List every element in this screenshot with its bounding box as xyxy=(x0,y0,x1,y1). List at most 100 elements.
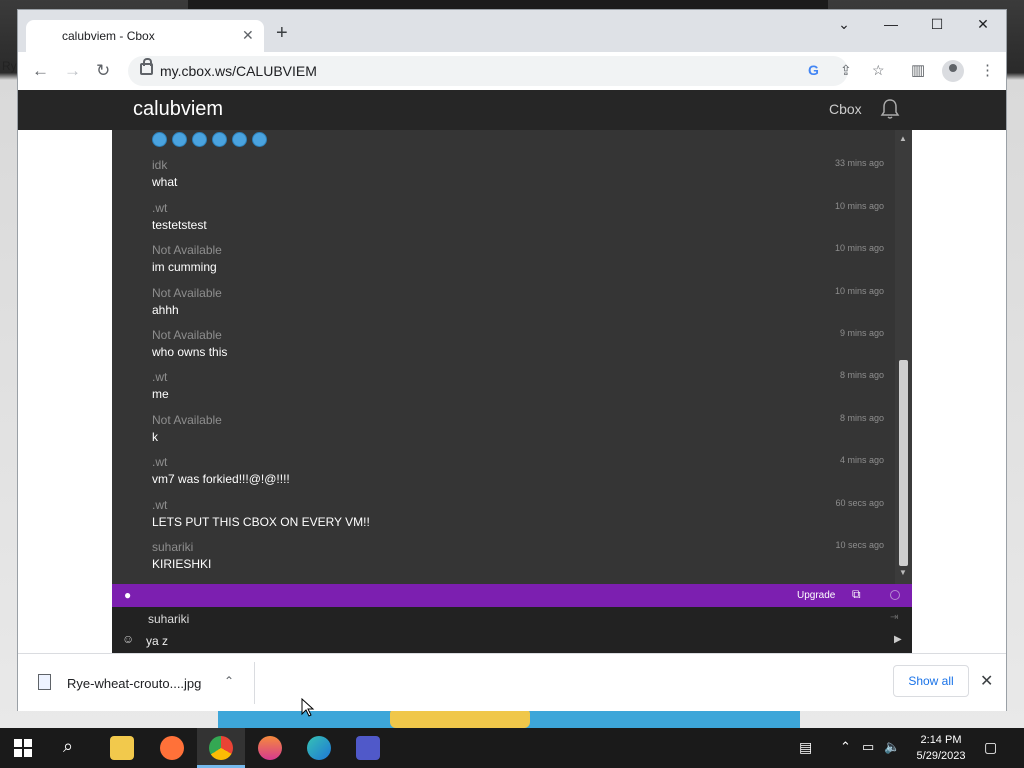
clock-time: 2:14 PM xyxy=(920,734,962,746)
minimize-icon[interactable]: — xyxy=(876,16,906,32)
message-item: .wt 10 mins ago testetstest xyxy=(152,201,892,232)
message-item: .wt 60 secs ago LETS PUT THIS CBOX ON EV… xyxy=(152,498,892,529)
message-author[interactable]: Not Available xyxy=(152,413,892,427)
chevron-up-icon[interactable]: ⌃ xyxy=(224,674,234,688)
desktop-icon-label[interactable]: Ry xyxy=(2,59,17,73)
divider xyxy=(254,662,255,704)
message-time: 10 mins ago xyxy=(834,201,884,211)
message-item: suhariki 10 secs ago KIRIESHKI xyxy=(152,540,892,571)
notifications-icon[interactable]: ▢ xyxy=(984,739,997,756)
smiley-icon[interactable]: ☺ xyxy=(122,632,134,646)
url-text[interactable]: my.cbox.ws/CALUBVIEM xyxy=(160,63,317,79)
tab-search-icon[interactable]: ⌄ xyxy=(829,16,859,33)
upgrade-link[interactable]: Upgrade xyxy=(797,590,835,601)
download-file-name[interactable]: Rye-wheat-crouto....jpg xyxy=(67,676,201,691)
chrome-icon[interactable] xyxy=(209,736,233,760)
cbox-link[interactable]: Cbox xyxy=(829,101,862,117)
message-item: Not Available 10 mins ago ahhh xyxy=(152,286,892,317)
message-item: Not Available 9 mins ago who owns this xyxy=(152,328,892,359)
message-time: 8 mins ago xyxy=(839,370,884,380)
desktop-background-image xyxy=(188,0,828,10)
message-text: im cumming xyxy=(152,260,217,274)
emoji-icon xyxy=(152,132,167,147)
compose-area: suhariki ⇥ ☺ ▶ xyxy=(112,607,912,653)
close-window-icon[interactable]: ✕ xyxy=(968,16,998,33)
message-text: what xyxy=(152,175,178,189)
tab-close-icon[interactable]: ✕ xyxy=(242,27,254,44)
scroll-up-icon[interactable]: ▲ xyxy=(899,134,907,143)
message-author[interactable]: .wt xyxy=(152,201,892,215)
sign-in-icon[interactable]: ⇥ xyxy=(890,612,898,623)
tab-active[interactable]: calubviem - Cbox ✕ xyxy=(26,20,264,52)
message-text: KIRIESHKI xyxy=(152,557,212,571)
scrollbar-thumb[interactable] xyxy=(899,360,908,566)
chevron-up-icon[interactable]: ⌃ xyxy=(840,739,851,755)
message-text: vm7 was forkied!!!@!@!!!! xyxy=(152,472,290,486)
message-author[interactable]: idk xyxy=(152,158,892,172)
tab-title: calubviem - Cbox xyxy=(62,29,155,43)
message-time: 60 secs ago xyxy=(835,498,884,508)
address-bar[interactable]: my.cbox.ws/CALUBVIEM G ⇪ ☆ xyxy=(128,56,885,86)
network-icon[interactable]: ▭ xyxy=(862,739,874,755)
message-author[interactable]: .wt xyxy=(152,498,892,512)
message-input[interactable] xyxy=(146,632,866,650)
share-icon[interactable]: ⇪ xyxy=(840,62,852,79)
site-header: calubviem Cbox xyxy=(18,90,1006,130)
close-icon[interactable]: ✕ xyxy=(980,671,993,691)
news-icon[interactable]: ▤ xyxy=(799,739,812,756)
emoji-icon xyxy=(192,132,207,147)
side-panel-icon[interactable]: ▥ xyxy=(911,61,925,79)
teams-icon[interactable] xyxy=(356,736,380,760)
show-all-button[interactable]: Show all xyxy=(893,665,969,697)
message-text: LETS PUT THIS CBOX ON EVERY VM!! xyxy=(152,515,370,529)
external-link-icon[interactable]: ⧉ xyxy=(852,587,861,602)
message-author[interactable]: Not Available xyxy=(152,328,892,342)
message-author[interactable]: .wt xyxy=(152,455,892,469)
lock-icon[interactable] xyxy=(140,58,153,75)
taskbar: ⌕ ▤ ⌃ ▭ 🔈 2:14 PM 5/29/2023 ▢ xyxy=(0,728,1024,768)
message-item: Not Available 8 mins ago k xyxy=(152,413,892,444)
reload-icon[interactable]: ↻ xyxy=(96,61,110,81)
scroll-down-icon[interactable]: ▼ xyxy=(899,568,907,577)
volume-muted-icon[interactable]: 🔈 xyxy=(884,739,900,755)
emoji-row xyxy=(152,132,272,152)
bell-icon[interactable] xyxy=(880,98,900,120)
user-icon[interactable]: ● xyxy=(124,588,131,602)
message-time: 9 mins ago xyxy=(839,328,884,338)
send-icon[interactable]: ▶ xyxy=(894,634,902,645)
windows-start-icon[interactable] xyxy=(14,739,32,757)
back-icon[interactable]: ← xyxy=(32,61,49,81)
tab-strip: calubviem - Cbox ✕ + ⌄ — ☐ ✕ xyxy=(18,10,1006,52)
message-author[interactable]: Not Available xyxy=(152,243,892,257)
message-author[interactable]: suhariki xyxy=(152,540,892,554)
search-icon[interactable]: ⌕ xyxy=(63,736,73,757)
emoji-icon xyxy=(252,132,267,147)
firefox-icon[interactable] xyxy=(160,736,184,760)
mouse-cursor-icon xyxy=(301,698,315,717)
browser-window: calubviem - Cbox ✕ + ⌄ — ☐ ✕ ← → ↻ my.cb… xyxy=(18,10,1006,711)
emoji-icon xyxy=(212,132,227,147)
system-clock[interactable]: 2:14 PM 5/29/2023 xyxy=(913,732,969,764)
message-author[interactable]: .wt xyxy=(152,370,892,384)
compose-username[interactable]: suhariki xyxy=(148,612,189,626)
edge-icon[interactable] xyxy=(307,736,331,760)
maximize-icon[interactable]: ☐ xyxy=(922,16,952,33)
message-time: 8 mins ago xyxy=(839,413,884,423)
message-author[interactable]: Not Available xyxy=(152,286,892,300)
message-text: ahhh xyxy=(152,303,179,317)
message-scrollbar[interactable]: ▲ ▼ xyxy=(895,130,912,584)
status-circle-icon[interactable] xyxy=(890,590,900,600)
google-icon[interactable]: G xyxy=(808,62,819,78)
message-list[interactable]: idk 33 mins ago what .wt 10 mins ago tes… xyxy=(112,130,895,584)
page-content: calubviem Cbox idk 33 mins ago what .wt xyxy=(18,90,1006,653)
chat-box: idk 33 mins ago what .wt 10 mins ago tes… xyxy=(112,130,912,653)
menu-kebab-icon[interactable]: ⋮ xyxy=(980,61,995,79)
profile-avatar-icon[interactable] xyxy=(942,60,964,82)
bookmark-star-icon[interactable]: ☆ xyxy=(872,62,885,79)
new-tab-icon[interactable]: + xyxy=(276,23,288,43)
waterfox-icon[interactable] xyxy=(258,736,282,760)
message-item: Not Available 10 mins ago im cumming xyxy=(152,243,892,274)
forward-icon[interactable]: → xyxy=(64,61,81,81)
file-explorer-icon[interactable] xyxy=(110,736,134,760)
message-time: 10 mins ago xyxy=(834,243,884,253)
